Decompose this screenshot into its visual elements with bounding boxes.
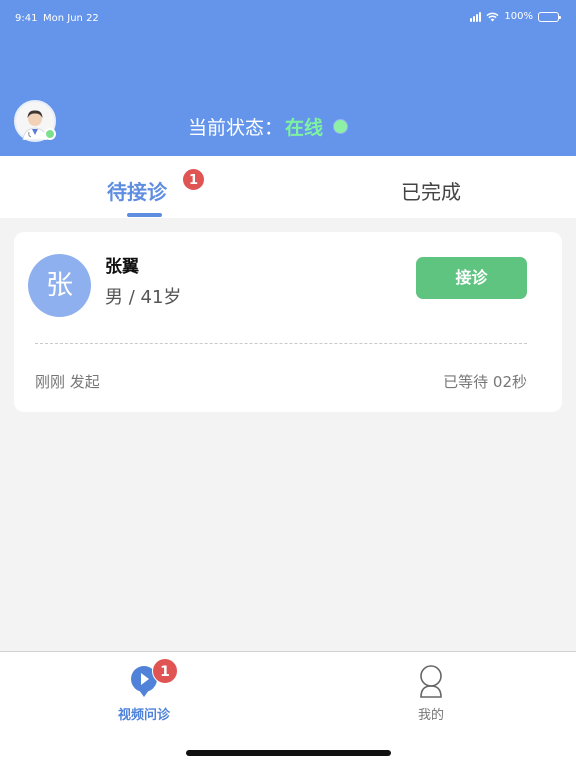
online-indicator-dot [44, 128, 56, 140]
status-indicators: 100% [470, 11, 561, 22]
patient-name: 张翼 [105, 257, 139, 277]
tab-completed-label: 已完成 [401, 180, 461, 204]
status-value: 在线 [285, 117, 324, 139]
doctor-avatar[interactable] [14, 100, 56, 142]
status-label: 当前状态： [188, 117, 284, 139]
wifi-icon [486, 12, 499, 21]
waited-time: 已等待 02秒 [443, 373, 527, 391]
nav-item-video-consult[interactable]: 1 视频问诊 [99, 658, 189, 723]
patient-card[interactable]: 张 张翼 男 / 41岁 接诊 刚刚 发起 已等待 02秒 [14, 232, 562, 412]
video-consult-icon: 1 [99, 658, 189, 698]
tab-pending[interactable]: 待接诊 [107, 176, 167, 205]
tab-active-underline [127, 213, 162, 217]
nav-item-mine[interactable]: 我的 [386, 664, 476, 723]
status-time: 9:41 [15, 13, 38, 24]
online-status: 当前状态： 在线 [188, 113, 348, 140]
nav-label-video-consult: 视频问诊 [117, 708, 170, 723]
status-date: Mon Jun 22 [43, 13, 99, 24]
patient-avatar: 张 [28, 254, 91, 317]
tab-completed[interactable]: 已完成 [401, 176, 461, 205]
battery-icon [538, 11, 561, 22]
video-consult-badge: 1 [152, 658, 178, 684]
initiated-time: 刚刚 发起 [35, 373, 100, 391]
status-bar: 9:41 Mon Jun 22 100% [0, 0, 576, 36]
header: 9:41 Mon Jun 22 100% 当前状态： 在线 [0, 0, 576, 156]
card-divider [35, 343, 527, 344]
nav-label-mine: 我的 [417, 708, 444, 723]
user-icon [386, 664, 476, 698]
status-dot [334, 120, 348, 133]
pending-count-badge: 1 [182, 168, 205, 191]
bottom-nav: 1 视频问诊 我的 [0, 651, 576, 768]
patient-gender-age: 男 / 41岁 [105, 287, 182, 308]
consult-tabs: 待接诊 1 已完成 [0, 156, 576, 218]
accept-consult-button[interactable]: 接诊 [416, 257, 527, 299]
battery-percent: 100% [504, 11, 533, 22]
tab-pending-label: 待接诊 [107, 180, 167, 204]
signal-icon [470, 11, 482, 22]
home-indicator[interactable] [186, 750, 391, 756]
